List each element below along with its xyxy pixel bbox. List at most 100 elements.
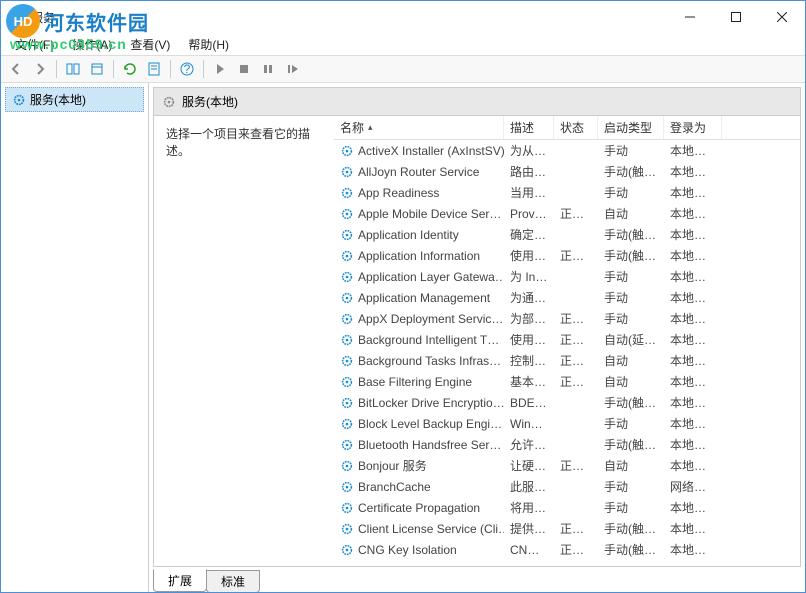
service-row[interactable]: BitLocker Drive Encryptio…BDE…手动(触发…本地系统	[334, 392, 800, 413]
show-hide-tree-button[interactable]	[62, 58, 84, 80]
service-row[interactable]: ActiveX Installer (AxInstSV)为从 …手动本地系统	[334, 140, 800, 161]
service-startup: 手动(触发…	[598, 226, 664, 243]
service-name: BranchCache	[358, 480, 431, 494]
service-row[interactable]: Certificate Propagation将用…手动本地系统	[334, 497, 800, 518]
tab-standard[interactable]: 标准	[206, 570, 260, 592]
service-gear-icon	[340, 249, 354, 263]
tree-pane: 服务(本地)	[1, 83, 149, 592]
service-status: 正在…	[554, 457, 598, 474]
service-row[interactable]: AllJoyn Router Service路由…手动(触发…本地服务	[334, 161, 800, 182]
window-title: 服务	[31, 9, 55, 26]
service-row[interactable]: Base Filtering Engine基本…正在…自动本地服务	[334, 371, 800, 392]
list-body[interactable]: ActiveX Installer (AxInstSV)为从 …手动本地系统Al…	[334, 140, 800, 566]
column-logon-as[interactable]: 登录为	[664, 116, 722, 139]
properties-button[interactable]	[143, 58, 165, 80]
service-row[interactable]: Bluetooth Handsfree Ser…允许…手动(触发…本地服务	[334, 434, 800, 455]
service-name: CNG Key Isolation	[358, 543, 457, 557]
service-name: Apple Mobile Device Ser…	[358, 207, 501, 221]
service-desc: 使用…	[504, 331, 554, 348]
service-startup: 手动	[598, 310, 664, 327]
export-list-button[interactable]	[86, 58, 108, 80]
nav-back-button[interactable]	[5, 58, 27, 80]
service-gear-icon	[340, 396, 354, 410]
list-header: 名称▴ 描述 状态 启动类型 登录为	[334, 116, 800, 140]
service-gear-icon	[340, 543, 354, 557]
close-button[interactable]	[759, 1, 805, 33]
service-row[interactable]: App Readiness当用…手动本地系统	[334, 182, 800, 203]
service-desc: 将用…	[504, 499, 554, 516]
service-row[interactable]: Client License Service (Cli…提供…正在…手动(触发……	[334, 518, 800, 539]
service-startup: 自动	[598, 373, 664, 390]
svg-text:?: ?	[184, 62, 191, 76]
service-name: AppX Deployment Servic…	[358, 312, 503, 326]
service-row[interactable]: AppX Deployment Servic…为部…正在…手动本地系统	[334, 308, 800, 329]
restart-service-button[interactable]	[281, 58, 303, 80]
service-logon: 网络服务	[664, 478, 722, 495]
services-gear-icon	[12, 93, 26, 107]
toolbar-separator	[113, 60, 114, 78]
service-status: 正在…	[554, 310, 598, 327]
tab-extended[interactable]: 扩展	[153, 569, 207, 592]
service-name: Application Management	[358, 291, 490, 305]
service-status: 正在…	[554, 352, 598, 369]
service-gear-icon	[340, 459, 354, 473]
help-button[interactable]: ?	[176, 58, 198, 80]
service-gear-icon	[340, 522, 354, 536]
service-status: 正在…	[554, 373, 598, 390]
minimize-button[interactable]	[667, 1, 713, 33]
maximize-button[interactable]	[713, 1, 759, 33]
service-row[interactable]: Application Layer Gatewa…为 In…手动本地服务	[334, 266, 800, 287]
menu-help[interactable]: 帮助(H)	[180, 34, 237, 55]
nav-forward-button[interactable]	[29, 58, 51, 80]
start-service-button[interactable]	[209, 58, 231, 80]
service-desc: 让硬…	[504, 457, 554, 474]
service-logon: 本地系统	[664, 415, 722, 432]
service-startup: 自动	[598, 457, 664, 474]
service-logon: 本地服务	[664, 268, 722, 285]
service-gear-icon	[340, 375, 354, 389]
column-name[interactable]: 名称▴	[334, 116, 504, 139]
service-gear-icon	[340, 354, 354, 368]
toolbar-separator	[203, 60, 204, 78]
service-status: 正在…	[554, 520, 598, 537]
service-desc: 基本…	[504, 373, 554, 390]
service-status: 正在…	[554, 247, 598, 264]
tree-root-label: 服务(本地)	[30, 91, 86, 108]
menu-action[interactable]: 操作(A)	[64, 34, 120, 55]
service-row[interactable]: Application Information使用…正在…手动(触发…本地系统	[334, 245, 800, 266]
service-row[interactable]: Application Management为通…手动本地系统	[334, 287, 800, 308]
main-area: 服务(本地) 服务(本地) 选择一个项目来查看它的描述。 名称▴ 描述 状态	[1, 83, 805, 592]
service-row[interactable]: Application Identity确定…手动(触发…本地服务	[334, 224, 800, 245]
service-name: AllJoyn Router Service	[358, 165, 479, 179]
service-desc: 此服…	[504, 478, 554, 495]
service-desc: 控制…	[504, 352, 554, 369]
service-logon: 本地系统	[664, 394, 722, 411]
service-desc: 允许…	[504, 436, 554, 453]
service-gear-icon	[340, 270, 354, 284]
service-row[interactable]: CNG Key IsolationCNG…正在…手动(触发…本地系统	[334, 539, 800, 560]
refresh-button[interactable]	[119, 58, 141, 80]
service-row[interactable]: Block Level Backup Engi…Win…手动本地系统	[334, 413, 800, 434]
menu-view[interactable]: 查看(V)	[122, 34, 178, 55]
service-row[interactable]: Apple Mobile Device Ser…Prov…正在…自动本地系统	[334, 203, 800, 224]
service-startup: 手动(触发…	[598, 247, 664, 264]
service-status: 正在…	[554, 205, 598, 222]
pause-service-button[interactable]	[257, 58, 279, 80]
service-startup: 手动	[598, 142, 664, 159]
service-name: Application Identity	[358, 228, 459, 242]
column-status[interactable]: 状态	[554, 116, 598, 139]
column-description[interactable]: 描述	[504, 116, 554, 139]
stop-service-button[interactable]	[233, 58, 255, 80]
service-name: Background Intelligent T…	[358, 333, 499, 347]
service-row[interactable]: Bonjour 服务让硬…正在…自动本地系统	[334, 455, 800, 476]
service-row[interactable]: Background Tasks Infras…控制…正在…自动本地系统	[334, 350, 800, 371]
tree-root-item[interactable]: 服务(本地)	[5, 87, 144, 112]
column-startup-type[interactable]: 启动类型	[598, 116, 664, 139]
service-startup: 手动	[598, 289, 664, 306]
menu-file[interactable]: 文件(F)	[7, 34, 62, 55]
toolbar: ?	[1, 55, 805, 83]
service-row[interactable]: Background Intelligent T…使用…正在…自动(延迟…本地系…	[334, 329, 800, 350]
app-gear-icon	[9, 9, 25, 25]
service-name: Client License Service (Cli…	[358, 522, 504, 536]
service-row[interactable]: BranchCache此服…手动网络服务	[334, 476, 800, 497]
